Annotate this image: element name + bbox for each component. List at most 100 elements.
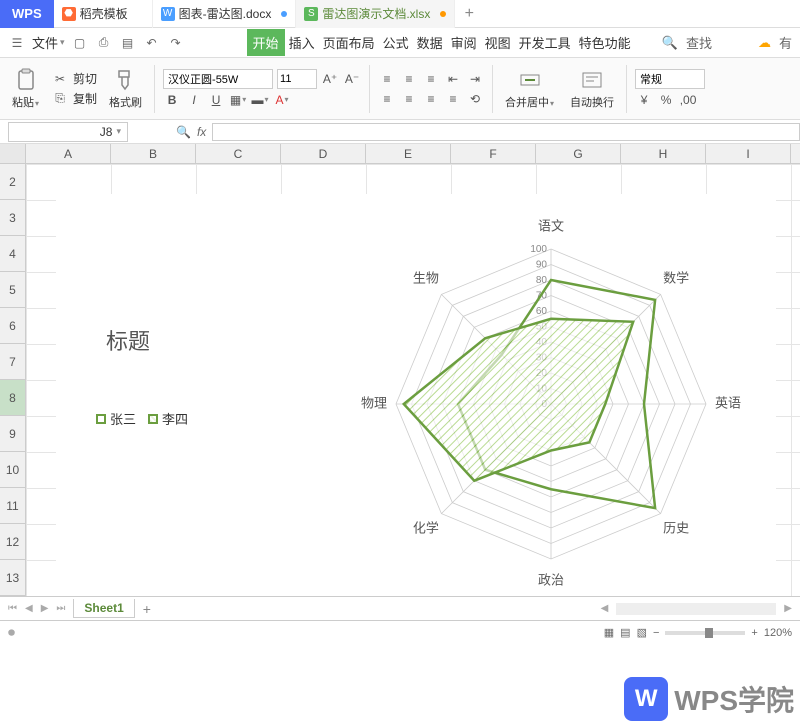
wrap-text-button[interactable]: 自动换行: [566, 66, 618, 112]
redo-icon[interactable]: ↷: [167, 34, 185, 52]
format-painter-button[interactable]: 格式刷: [105, 66, 146, 112]
increase-font-icon[interactable]: A⁺: [321, 70, 339, 88]
tab-label: 稻壳模板: [80, 5, 128, 22]
paste-button[interactable]: 粘贴: [8, 66, 43, 112]
align-left-icon[interactable]: ≡: [378, 90, 396, 108]
brush-icon: [114, 68, 138, 92]
chart-object[interactable]: 标题 张三 李四 0102030405060708090100语文数学英语历史政…: [56, 194, 776, 596]
percent-icon[interactable]: %: [657, 91, 675, 109]
row-header[interactable]: 5: [0, 272, 25, 308]
tab-insert[interactable]: 插入: [285, 29, 319, 56]
save-icon[interactable]: ▢: [71, 34, 89, 52]
font-size-select[interactable]: [277, 69, 317, 89]
file-menu[interactable]: 文件▾: [32, 33, 65, 52]
tab-review[interactable]: 审阅: [447, 29, 481, 56]
hscroll-left-icon[interactable]: ◀: [601, 603, 609, 614]
tab-data[interactable]: 数据: [413, 29, 447, 56]
italic-icon[interactable]: I: [185, 91, 203, 109]
tab-dev[interactable]: 开发工具: [515, 29, 575, 56]
row-header[interactable]: 11: [0, 488, 25, 524]
hamburger-icon[interactable]: ☰: [8, 34, 26, 52]
preview-icon[interactable]: ▤: [119, 34, 137, 52]
border-icon[interactable]: ▦: [229, 91, 247, 109]
row-header[interactable]: 9: [0, 416, 25, 452]
zoom-slider[interactable]: [665, 631, 745, 635]
col-header[interactable]: D: [281, 144, 366, 164]
tab-home[interactable]: 开始: [247, 29, 285, 56]
formula-input[interactable]: [212, 123, 800, 141]
row-header[interactable]: 10: [0, 452, 25, 488]
col-header[interactable]: E: [366, 144, 451, 164]
hscroll-right-icon[interactable]: ▶: [784, 603, 792, 614]
zoom-in-icon[interactable]: +: [751, 627, 757, 639]
indent-right-icon[interactable]: ⇥: [466, 70, 484, 88]
col-header[interactable]: A: [26, 144, 111, 164]
name-box[interactable]: J8 ▾: [8, 122, 128, 142]
search-label[interactable]: 查找: [686, 33, 712, 52]
search-icon[interactable]: 🔍: [662, 35, 678, 51]
title-tab-docx[interactable]: W 图表-雷达图.docx: [153, 0, 297, 28]
grid[interactable]: 标题 张三 李四 0102030405060708090100语文数学英语历史政…: [26, 164, 800, 596]
sheet-tab[interactable]: Sheet1: [73, 599, 134, 618]
row-header[interactable]: 6: [0, 308, 25, 344]
title-tab-xlsx[interactable]: S 雷达图演示文档.xlsx: [296, 0, 455, 28]
comma-icon[interactable]: ,00: [679, 91, 697, 109]
col-header[interactable]: F: [451, 144, 536, 164]
sheet-nav-first-icon[interactable]: ⏮: [8, 603, 17, 614]
align-top-icon[interactable]: ≡: [378, 70, 396, 88]
hscrollbar[interactable]: [616, 603, 776, 615]
fill-color-icon[interactable]: ▬: [251, 91, 269, 109]
sheet-nav-last-icon[interactable]: ⏭: [56, 603, 65, 614]
justify-icon[interactable]: ≡: [444, 90, 462, 108]
cloud-icon[interactable]: ☁: [758, 35, 771, 51]
fx-icon[interactable]: fx: [197, 125, 206, 139]
tab-view[interactable]: 视图: [481, 29, 515, 56]
col-header[interactable]: I: [706, 144, 791, 164]
row-header[interactable]: 13: [0, 560, 25, 596]
title-tab-templates[interactable]: ⬣ 稻壳模板: [54, 0, 153, 28]
undo-icon[interactable]: ↶: [143, 34, 161, 52]
view-layout-icon[interactable]: ▤: [620, 626, 630, 639]
zoom-out-icon[interactable]: −: [653, 627, 659, 639]
tab-features[interactable]: 特色功能: [575, 29, 635, 56]
align-right-icon[interactable]: ≡: [422, 90, 440, 108]
align-middle-icon[interactable]: ≡: [400, 70, 418, 88]
view-normal-icon[interactable]: ▦: [604, 626, 614, 639]
add-sheet-button[interactable]: +: [143, 601, 151, 617]
row-header[interactable]: 4: [0, 236, 25, 272]
align-center-icon[interactable]: ≡: [400, 90, 418, 108]
currency-icon[interactable]: ¥: [635, 91, 653, 109]
new-tab-button[interactable]: +: [455, 0, 483, 28]
bold-icon[interactable]: B: [163, 91, 181, 109]
cut-button[interactable]: ✂剪切: [51, 70, 97, 88]
zoom-icon[interactable]: 🔍: [176, 125, 191, 139]
col-header[interactable]: G: [536, 144, 621, 164]
underline-icon[interactable]: U: [207, 91, 225, 109]
view-break-icon[interactable]: ▧: [637, 626, 647, 639]
font-color-icon[interactable]: A: [273, 91, 291, 109]
font-name-select[interactable]: [163, 69, 273, 89]
row-header[interactable]: 3: [0, 200, 25, 236]
tab-formula[interactable]: 公式: [379, 29, 413, 56]
print-icon[interactable]: ⎙: [95, 34, 113, 52]
row-header[interactable]: 8: [0, 380, 25, 416]
align-bottom-icon[interactable]: ≡: [422, 70, 440, 88]
select-all-corner[interactable]: [0, 144, 26, 164]
row-header[interactable]: 7: [0, 344, 25, 380]
tab-page-layout[interactable]: 页面布局: [319, 29, 379, 56]
row-header[interactable]: 2: [0, 164, 25, 200]
col-header[interactable]: C: [196, 144, 281, 164]
col-header[interactable]: H: [621, 144, 706, 164]
zoom-value[interactable]: 120%: [764, 627, 792, 639]
row-header[interactable]: 12: [0, 524, 25, 560]
col-header[interactable]: B: [111, 144, 196, 164]
orientation-icon[interactable]: ⟲: [466, 90, 484, 108]
record-icon[interactable]: ⏺: [8, 624, 15, 641]
sheet-nav-prev-icon[interactable]: ◀: [25, 603, 33, 614]
number-format-select[interactable]: [635, 69, 705, 89]
indent-left-icon[interactable]: ⇤: [444, 70, 462, 88]
copy-button[interactable]: ⎘复制: [51, 90, 97, 108]
decrease-font-icon[interactable]: A⁻: [343, 70, 361, 88]
merge-center-button[interactable]: 合并居中: [501, 66, 558, 112]
sheet-nav-next-icon[interactable]: ▶: [41, 603, 49, 614]
